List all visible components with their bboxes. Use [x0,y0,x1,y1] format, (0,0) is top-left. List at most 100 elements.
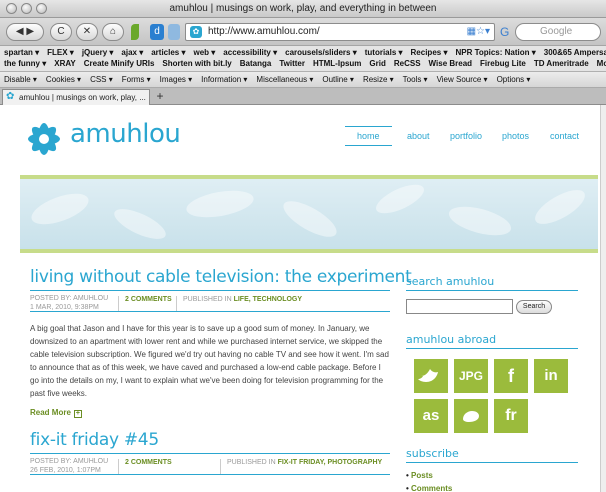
tab-amuhlou[interactable]: ✿ amuhlou | musings on work, play, ... [2,89,150,105]
back-icon[interactable]: ◀ [16,26,24,37]
bookmark-item[interactable]: Recipes ▾ [411,48,448,57]
bookmark-item[interactable]: accessibility ▾ [223,48,277,57]
bookmarks-toolbar: spartan ▾ FLEX ▾ jQuery ▾ ajax ▾ articles ▾ w… [0,46,606,72]
bookmark-item[interactable]: web ▾ [194,48,216,57]
subscribe-comments-link[interactable]: Comments [406,484,578,492]
post-comments-link[interactable]: 2 COMMENTS [118,296,172,311]
forward-icon[interactable]: ▶ [26,26,34,37]
bookmark-item[interactable]: the funny ▾ [4,59,46,68]
devbar-menu-item[interactable]: Disable ▾ [4,75,37,84]
menu-portfolio[interactable]: portfolio [450,131,482,141]
bookmark-item[interactable]: NPR Topics: Nation ▾ [455,48,535,57]
post-list: living without cable television: the exp… [30,267,412,475]
title-bar: amuhlou | musings on work, play, and eve… [0,0,606,18]
facebook-icon[interactable]: f [494,359,528,393]
post-item: living without cable television: the exp… [30,267,412,418]
devbar-menu-item[interactable]: Cookies ▾ [46,75,81,84]
post-category-links[interactable]: LIFE, TECHNOLOGY [234,296,302,303]
twitter-bird-icon[interactable] [414,359,448,393]
url-text[interactable]: http://www.amuhlou.com/ [208,26,320,37]
devbar-menu-item[interactable]: Tools ▾ [403,75,428,84]
post-category-links[interactable]: FIX-IT FRIDAY, PHOTOGRAPHY [278,459,383,466]
reload-icon: C [57,26,65,37]
blip-icon[interactable] [454,399,488,433]
post-author-date: POSTED BY: AMUHLOU 26 FEB, 2010, 1:07PM [30,457,108,475]
linkedin-icon[interactable]: in [534,359,568,393]
bookmark-item[interactable]: Create Minify URIs [84,59,155,68]
bookmark-item[interactable]: FLEX ▾ [47,48,74,57]
bookmark-item[interactable]: carousels/sliders ▾ [285,48,357,57]
delicious-icon[interactable]: d [150,24,164,40]
menu-about[interactable]: about [407,131,430,141]
social-icons: JPG f in as fr [406,359,578,439]
bookmark-item[interactable]: Shorten with bit.ly [162,59,231,68]
home-button[interactable]: ⌂ [102,23,124,41]
site-search-button[interactable]: Search [516,300,552,314]
devbar-menu-item[interactable]: Miscellaneous ▾ [256,75,313,84]
bookmark-item[interactable]: Grid [369,59,385,68]
menu-photos[interactable]: photos [502,131,529,141]
devbar-menu-item[interactable]: View Source ▾ [437,75,488,84]
menu-home[interactable]: home [345,126,392,146]
close-window-button[interactable] [6,3,17,14]
plus-box-icon[interactable]: + [73,410,82,418]
bookmark-item[interactable]: ReCSS [394,59,421,68]
jpg-icon[interactable]: JPG [454,359,488,393]
new-tab-button[interactable]: + [152,89,168,104]
read-more-label[interactable]: Read More [30,408,71,417]
bookmark-tag-icon[interactable] [168,24,180,40]
minimize-window-button[interactable] [21,3,32,14]
stop-button[interactable]: ✕ [76,23,98,41]
devbar-menu-item[interactable]: Forms ▾ [122,75,151,84]
lastfm-icon[interactable]: as [414,399,448,433]
zoom-window-button[interactable] [36,3,47,14]
bookmark-item[interactable]: 300&65 Ampersa... [544,48,606,57]
bookmark-item[interactable]: jQuery ▾ [82,48,114,57]
site-search-input[interactable] [406,299,513,314]
read-more-link[interactable]: Read More + [30,408,390,418]
bookmark-item[interactable]: ajax ▾ [121,48,143,57]
back-forward-button[interactable]: ◀ ▶ [6,23,44,41]
flower-logo-icon[interactable] [20,115,68,163]
post-comments-link[interactable]: 2 COMMENTS [118,459,172,474]
site-logo-text[interactable]: amuhlou [70,119,181,149]
tab-bar: ✿ amuhlou | musings on work, play, ... + [0,88,606,105]
devbar-menu-item[interactable]: Images ▾ [160,75,192,84]
bookmark-item[interactable]: Firebug Lite [480,59,526,68]
bookmark-item[interactable]: XRAY [54,59,76,68]
rss-star-icons[interactable]: ▦☆▾ [467,24,490,40]
reload-button[interactable]: C [50,23,72,41]
post-author: POSTED BY: AMUHLOU [30,458,109,465]
bookmark-item[interactable]: HTML-Ipsum [313,59,361,68]
post-author: POSTED BY: AMUHLOU [30,295,109,302]
subscribe-list: Posts Comments [406,471,578,492]
post-title[interactable]: fix-it friday #45 [30,430,390,450]
search-field[interactable]: Google [515,23,601,41]
bookmark-item[interactable]: tutorials ▾ [365,48,403,57]
google-icon[interactable]: G [500,24,512,40]
url-bar[interactable]: ✿ http://www.amuhlou.com/ ▦☆▾ [185,23,495,41]
bookmark-item[interactable]: Wise Bread [429,59,473,68]
devbar-menu-item[interactable]: Outline ▾ [322,75,354,84]
window-title: amuhlou | musings on work, play, and eve… [169,3,437,14]
bookmark-item[interactable]: Twitter [279,59,305,68]
menu-contact[interactable]: contact [550,131,579,141]
subscribe-posts-link[interactable]: Posts [406,471,578,480]
devbar-menu-item[interactable]: Information ▾ [201,75,247,84]
vertical-scrollbar[interactable] [600,105,606,492]
leaf-extension-icon[interactable] [131,24,139,40]
search-heading: search amuhlou [406,275,578,291]
post-title[interactable]: living without cable television: the exp… [30,267,412,287]
abroad-heading: amuhlou abroad [406,333,578,349]
devbar-menu-item[interactable]: Resize ▾ [363,75,394,84]
post-meta: POSTED BY: AMUHLOU 26 FEB, 2010, 1:07PM … [30,453,390,475]
devbar-menu-item[interactable]: CSS ▾ [90,75,113,84]
devbar-menu-item[interactable]: Options ▾ [497,75,531,84]
bookmark-item[interactable]: spartan ▾ [4,48,39,57]
flickr-fr-icon[interactable]: fr [494,399,528,433]
bookmark-item[interactable]: TD Ameritrade [534,59,589,68]
bookmark-item[interactable]: articles ▾ [151,48,185,57]
bookmark-item[interactable]: Most Visited ▾ [597,59,606,68]
bookmark-item[interactable]: Batanga [240,59,272,68]
published-label: PUBLISHED IN [227,459,276,466]
